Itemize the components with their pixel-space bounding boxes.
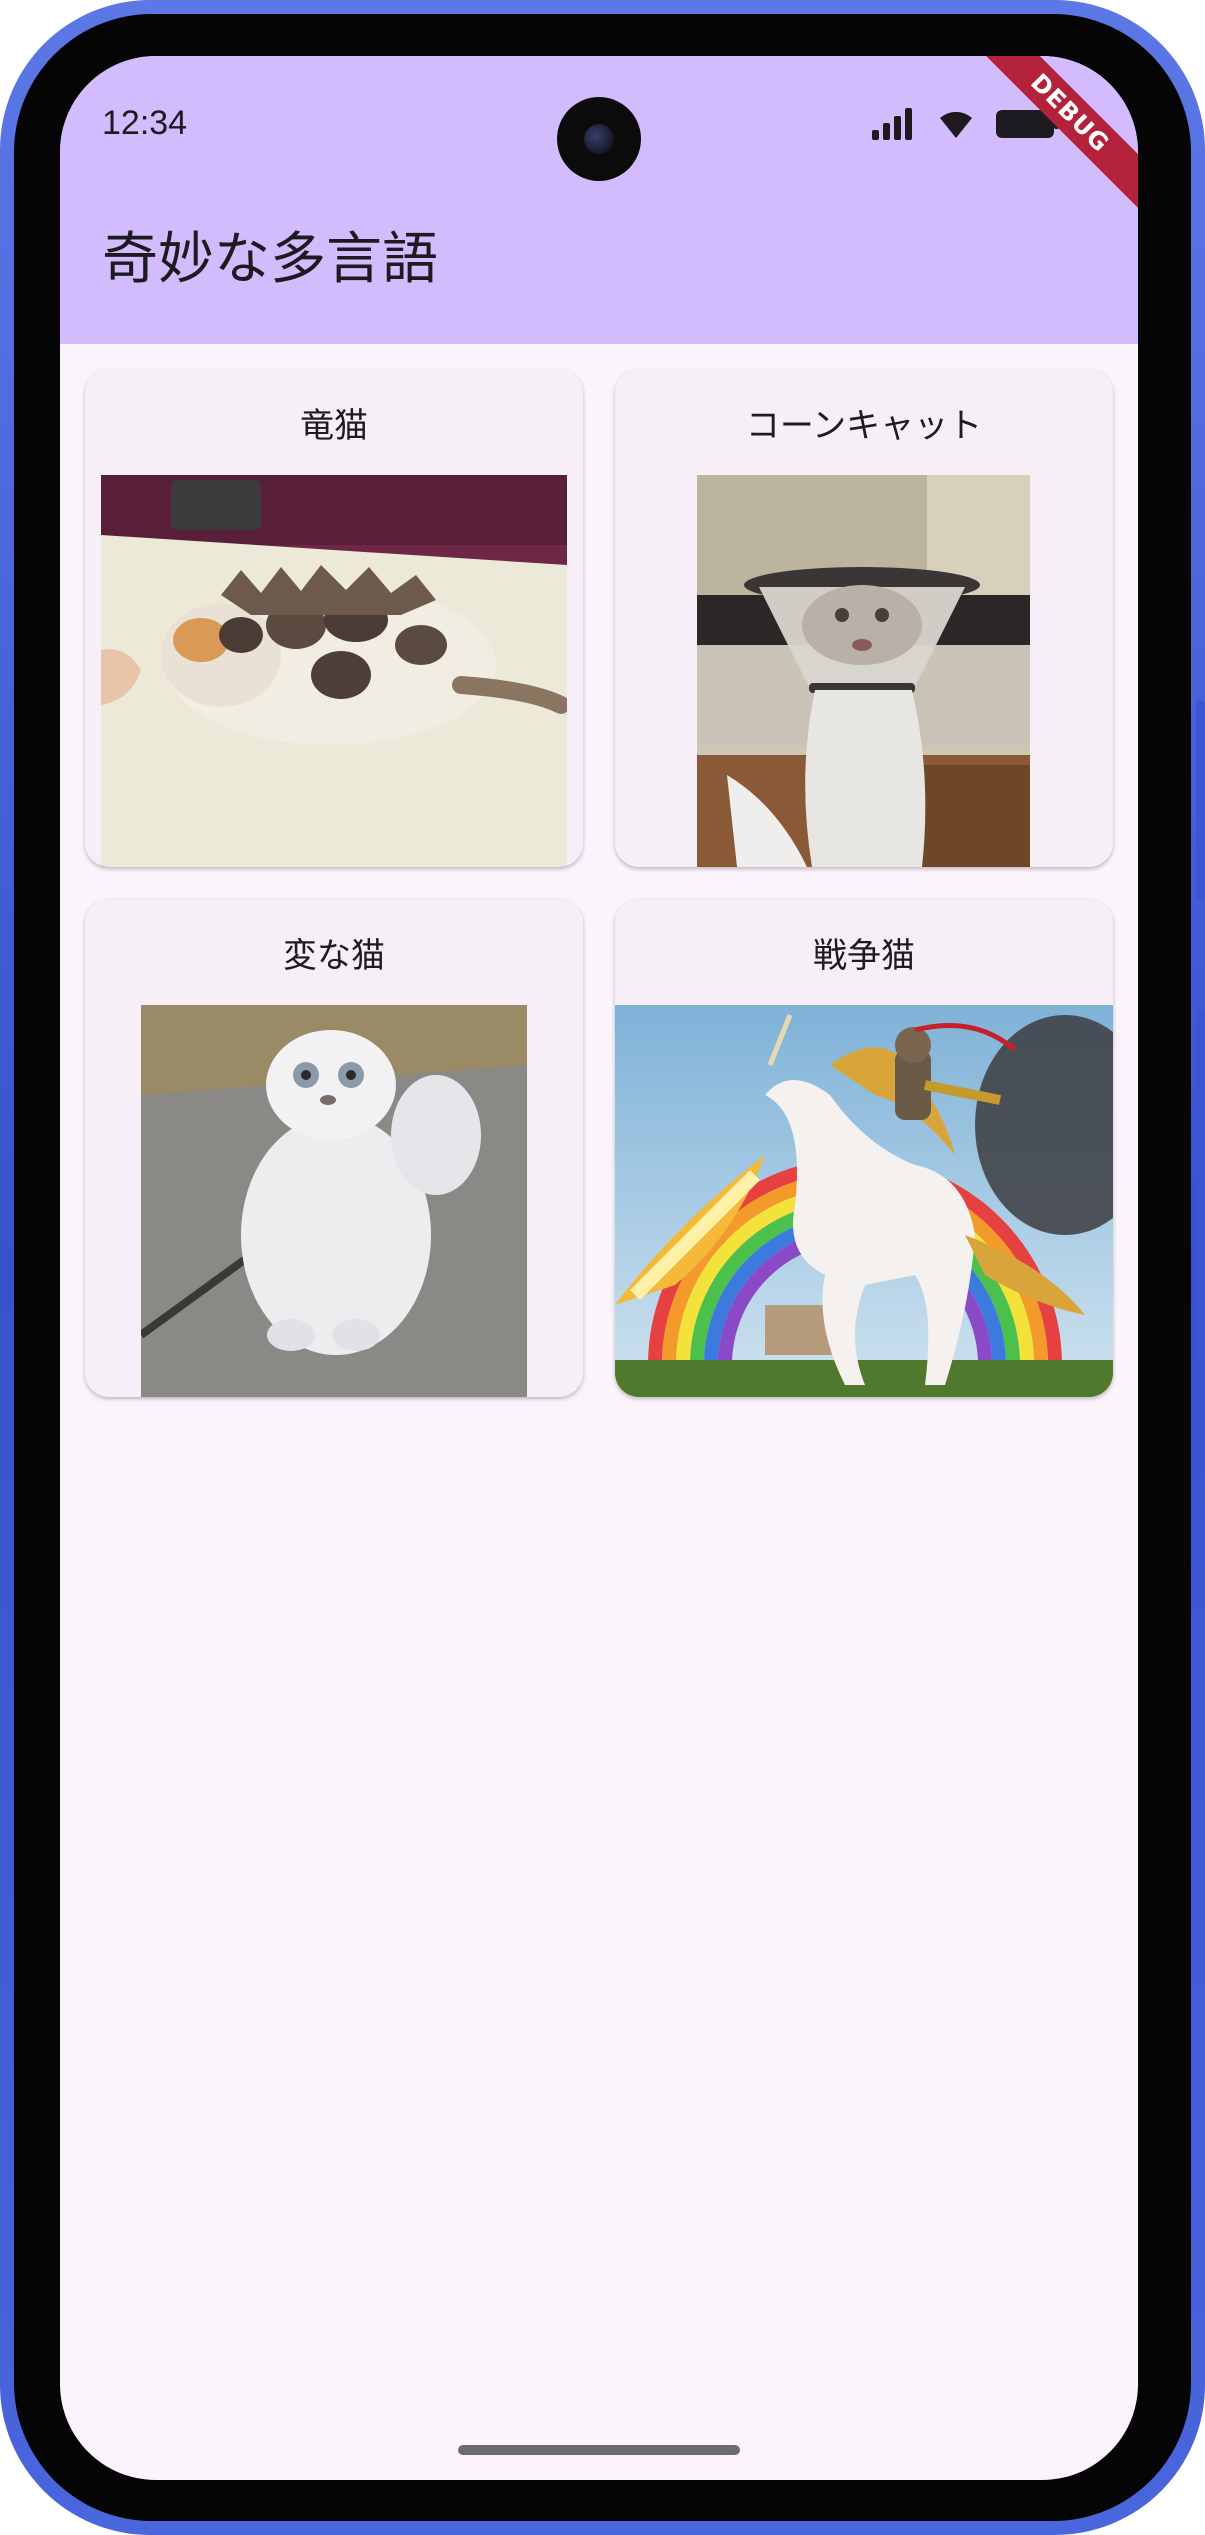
card-title: コーンキャット [745, 406, 983, 446]
war-cat-picture [615, 1005, 1113, 1397]
status-time: 12:34 [102, 104, 188, 142]
front-camera [557, 97, 641, 181]
app-bar: 12:34 奇妙な多言語 [60, 56, 1138, 344]
app-screen: 12:34 奇妙な多言語 DEBUG 竜猫 コーンキャット 変な猫 戦争猫 [60, 56, 1138, 2480]
cat-image [141, 1005, 527, 1397]
app-title: 奇妙な多言語 [102, 227, 438, 292]
cat-card[interactable]: 竜猫 [85, 369, 583, 867]
dragon-cat-picture [101, 475, 567, 867]
power-button [1196, 1010, 1205, 1360]
volume-up-button [1196, 700, 1205, 900]
cat-image [101, 475, 567, 867]
cat-card[interactable]: コーンキャット [615, 369, 1113, 867]
status-icons [870, 108, 1060, 140]
card-title: 変な猫 [283, 936, 385, 976]
wifi-icon [940, 111, 972, 138]
cat-image [697, 475, 1030, 867]
card-title: 竜猫 [300, 406, 368, 446]
cellular-signal-icon [872, 108, 912, 140]
card-title: 戦争猫 [813, 936, 915, 976]
camera-lens [584, 124, 614, 154]
cat-image [615, 1005, 1113, 1397]
cat-card[interactable]: 変な猫 [85, 899, 583, 1397]
home-indicator[interactable] [458, 2445, 740, 2455]
strange-cat-picture [141, 1005, 527, 1397]
cone-cat-picture [697, 475, 1030, 867]
cat-card[interactable]: 戦争猫 [615, 899, 1113, 1397]
